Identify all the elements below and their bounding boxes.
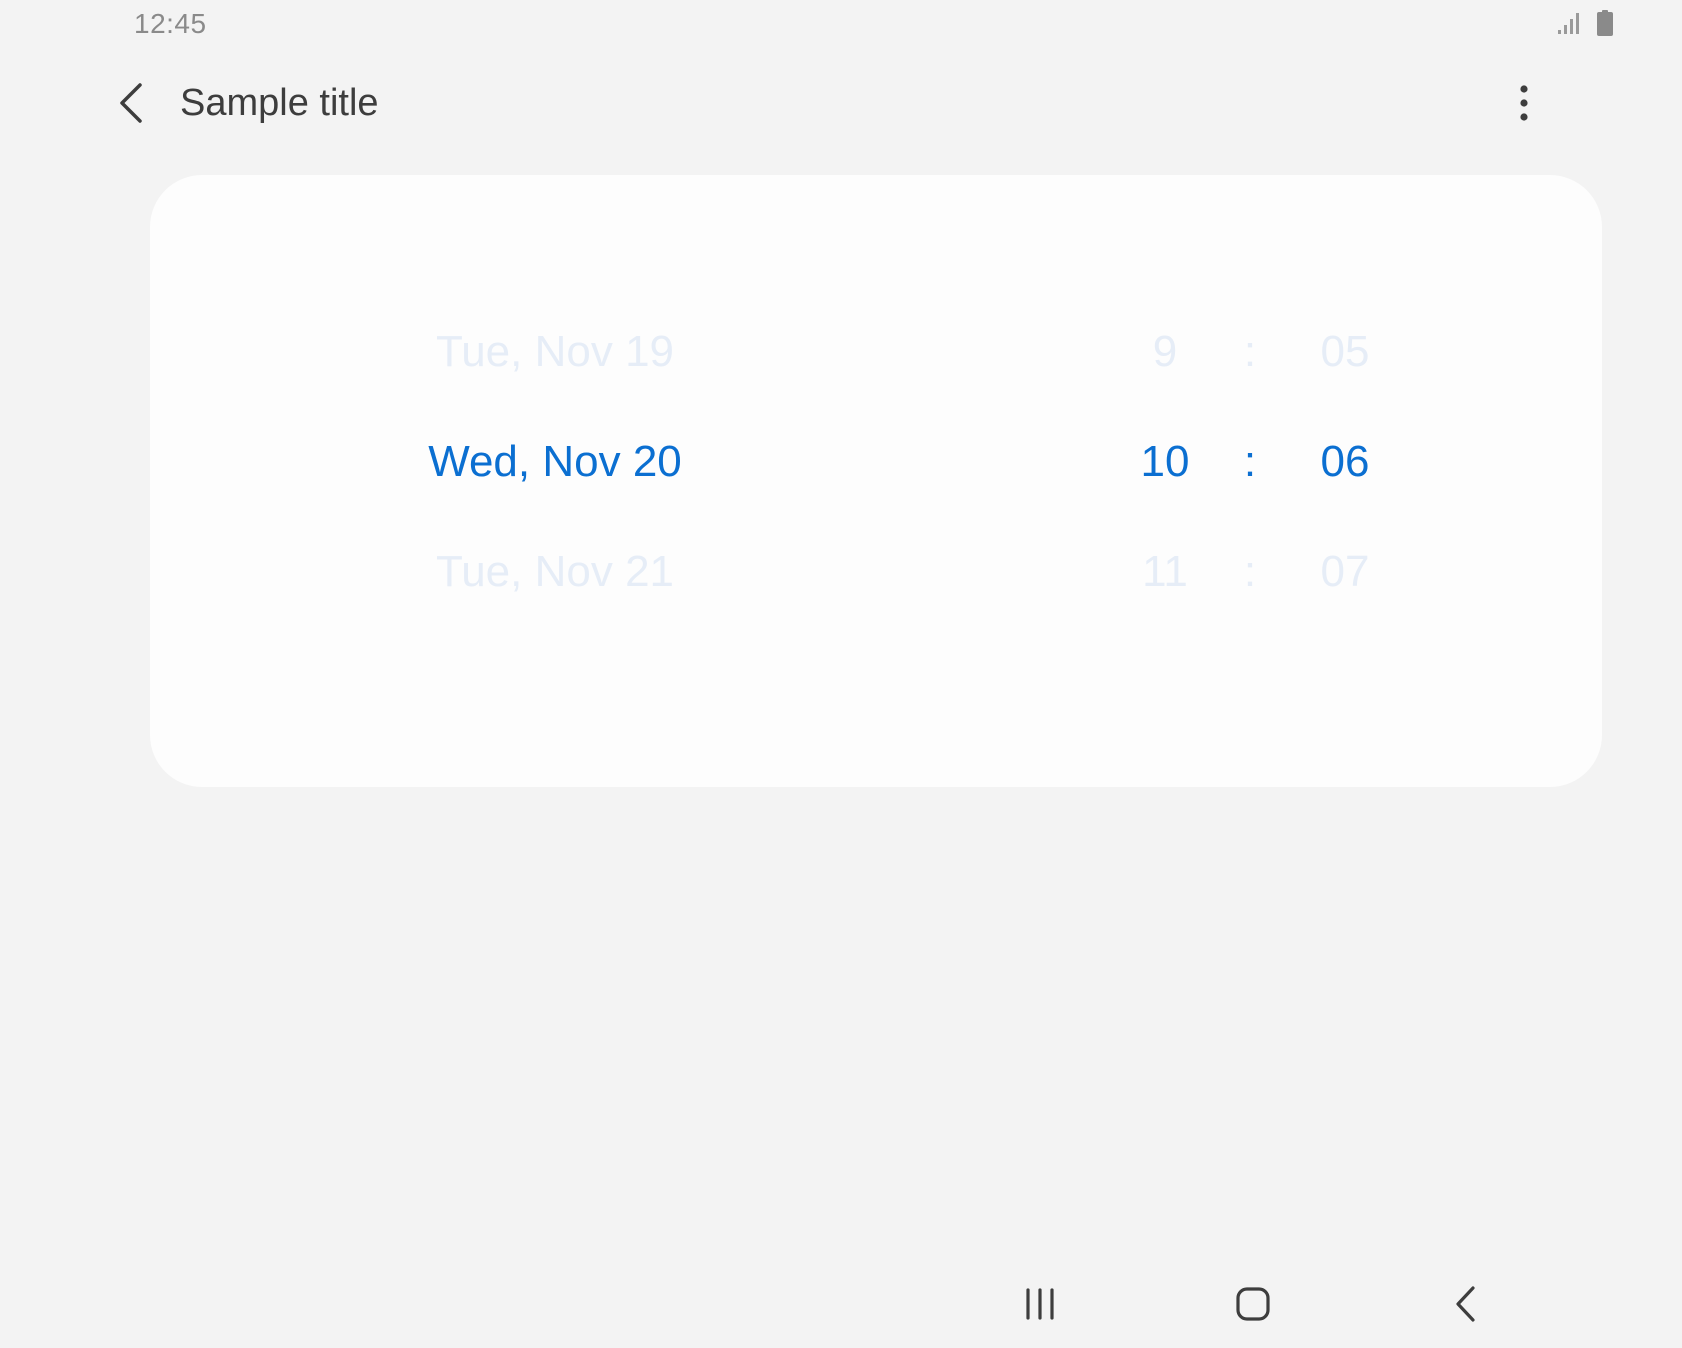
time-separator: : bbox=[1243, 327, 1257, 376]
status-bar: 12:45 bbox=[0, 0, 1682, 50]
minute-wheel[interactable]: 05 06 07 bbox=[1290, 175, 1400, 787]
back-button[interactable] bbox=[104, 78, 158, 132]
hour-option-previous[interactable]: 9 bbox=[1110, 327, 1220, 377]
minute-option-next[interactable]: 07 bbox=[1290, 547, 1400, 597]
recents-icon bbox=[1022, 1286, 1058, 1327]
status-time: 12:45 bbox=[134, 8, 207, 39]
battery-icon bbox=[1596, 10, 1614, 41]
system-back-button[interactable] bbox=[1436, 1276, 1496, 1336]
signal-icon bbox=[1556, 10, 1582, 41]
date-option-next[interactable]: Tue, Nov 21 bbox=[370, 547, 740, 597]
minute-option-selected[interactable]: 06 bbox=[1290, 437, 1400, 487]
home-button[interactable] bbox=[1223, 1276, 1283, 1336]
minute-option-previous[interactable]: 05 bbox=[1290, 327, 1400, 377]
status-icons bbox=[1556, 10, 1614, 41]
date-option-selected[interactable]: Wed, Nov 20 bbox=[370, 437, 740, 487]
recents-button[interactable] bbox=[1010, 1276, 1070, 1336]
app-bar: Sample title bbox=[0, 60, 1682, 150]
hour-option-next[interactable]: 11 bbox=[1110, 547, 1220, 597]
date-wheel[interactable]: Tue, Nov 19 Wed, Nov 20 Tue, Nov 21 bbox=[370, 175, 740, 787]
hour-option-selected[interactable]: 10 bbox=[1110, 437, 1220, 487]
more-vertical-icon bbox=[1519, 83, 1529, 128]
home-icon bbox=[1233, 1284, 1273, 1329]
page-title: Sample title bbox=[180, 82, 379, 124]
hour-wheel[interactable]: 9 10 11 bbox=[1110, 175, 1220, 787]
more-options-button[interactable] bbox=[1504, 78, 1544, 132]
time-separator: : bbox=[1243, 547, 1257, 596]
date-option-previous[interactable]: Tue, Nov 19 bbox=[370, 327, 740, 377]
navigation-bar bbox=[0, 1268, 1682, 1348]
date-time-picker-card: Tue, Nov 19 Wed, Nov 20 Tue, Nov 21 9 10… bbox=[150, 175, 1602, 787]
back-icon bbox=[1451, 1284, 1481, 1329]
chevron-left-icon bbox=[116, 81, 146, 130]
time-separator: : bbox=[1243, 437, 1257, 486]
time-separator-column: : : : bbox=[1230, 175, 1270, 787]
